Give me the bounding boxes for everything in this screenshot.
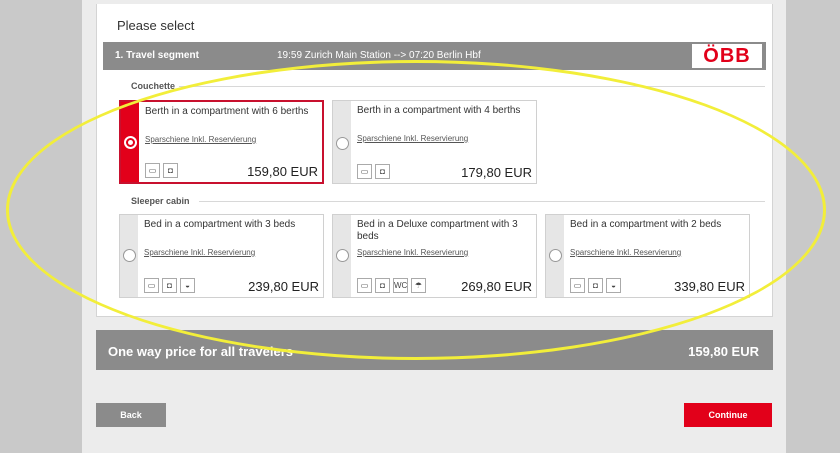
radio-button[interactable] xyxy=(549,249,562,262)
section-divider xyxy=(179,86,765,87)
continue-button[interactable]: Continue xyxy=(684,403,772,427)
option-price: 159,80 EUR xyxy=(247,164,318,179)
option-price: 239,80 EUR xyxy=(248,279,319,294)
amenity-icons: ▭ ◘ ◒ xyxy=(144,278,195,293)
option-title: Berth in a compartment with 6 berths xyxy=(145,106,309,117)
option-title: Bed in a Deluxe compartment with 3 beds xyxy=(357,219,518,242)
bed-icon[interactable]: ▭ xyxy=(570,278,585,293)
tariff-link[interactable]: Sparschiene Inkl. Reservierung xyxy=(145,135,256,144)
luggage-icon[interactable]: ◘ xyxy=(163,163,178,178)
option-card-sleeper-2[interactable]: Bed in a compartment with 2 beds Sparsch… xyxy=(545,214,750,298)
bed-icon[interactable]: ▭ xyxy=(144,278,159,293)
option-title: Bed in a compartment with 3 beds xyxy=(144,219,296,230)
total-amount: 159,80 EUR xyxy=(688,344,759,359)
back-button[interactable]: Back xyxy=(96,403,166,427)
wc-icon[interactable]: WC xyxy=(393,278,408,293)
luggage-icon[interactable]: ◘ xyxy=(162,278,177,293)
section-title-sleeper: Sleeper cabin xyxy=(131,196,190,206)
option-card-couchette-4[interactable]: Berth in a compartment with 4 berths Spa… xyxy=(332,100,537,184)
washbasin-icon[interactable]: ◒ xyxy=(180,278,195,293)
luggage-icon[interactable]: ◘ xyxy=(375,164,390,179)
radio-button[interactable] xyxy=(336,249,349,262)
selection-panel: Please select 1. Travel segment 19:59 Zu… xyxy=(96,4,773,317)
segment-route: 19:59 Zurich Main Station --> 07:20 Berl… xyxy=(277,50,481,61)
option-card-couchette-6[interactable]: Berth in a compartment with 6 berths Spa… xyxy=(119,100,324,184)
radio-button[interactable] xyxy=(336,137,349,150)
tariff-link[interactable]: Sparschiene Inkl. Reservierung xyxy=(570,248,681,257)
page-heading: Please select xyxy=(117,18,195,33)
amenity-icons: ▭ ◘ xyxy=(145,163,178,178)
tariff-link[interactable]: Sparschiene Inkl. Reservierung xyxy=(144,248,255,257)
section-divider xyxy=(199,201,765,202)
washbasin-icon[interactable]: ◒ xyxy=(606,278,621,293)
radio-button[interactable] xyxy=(124,136,137,149)
option-card-sleeper-deluxe[interactable]: Bed in a Deluxe compartment with 3 beds … xyxy=(332,214,537,298)
option-price: 179,80 EUR xyxy=(461,165,532,180)
option-card-sleeper-3[interactable]: Bed in a compartment with 3 beds Sparsch… xyxy=(119,214,324,298)
tariff-link[interactable]: Sparschiene Inkl. Reservierung xyxy=(357,134,468,143)
option-title: Berth in a compartment with 4 berths xyxy=(357,105,521,116)
obb-logo: ÖBB xyxy=(692,44,762,68)
total-label: One way price for all travelers xyxy=(108,344,293,359)
amenity-icons: ▭ ◘ xyxy=(357,164,390,179)
amenity-icons: ▭ ◘ ◒ xyxy=(570,278,621,293)
travel-segment-bar: 1. Travel segment 19:59 Zurich Main Stat… xyxy=(103,42,766,70)
bed-icon[interactable]: ▭ xyxy=(145,163,160,178)
tariff-link[interactable]: Sparschiene Inkl. Reservierung xyxy=(357,248,468,257)
bed-icon[interactable]: ▭ xyxy=(357,278,372,293)
shower-icon[interactable]: ☂ xyxy=(411,278,426,293)
segment-label: 1. Travel segment xyxy=(115,50,199,61)
amenity-icons: ▭ ◘ WC ☂ xyxy=(357,278,426,293)
option-price: 269,80 EUR xyxy=(461,279,532,294)
luggage-icon[interactable]: ◘ xyxy=(375,278,390,293)
bed-icon[interactable]: ▭ xyxy=(357,164,372,179)
section-title-couchette: Couchette xyxy=(131,81,176,91)
luggage-icon[interactable]: ◘ xyxy=(588,278,603,293)
radio-button[interactable] xyxy=(123,249,136,262)
option-title: Bed in a compartment with 2 beds xyxy=(570,219,722,230)
total-price-bar: One way price for all travelers 159,80 E… xyxy=(96,330,773,370)
option-price: 339,80 EUR xyxy=(674,279,745,294)
